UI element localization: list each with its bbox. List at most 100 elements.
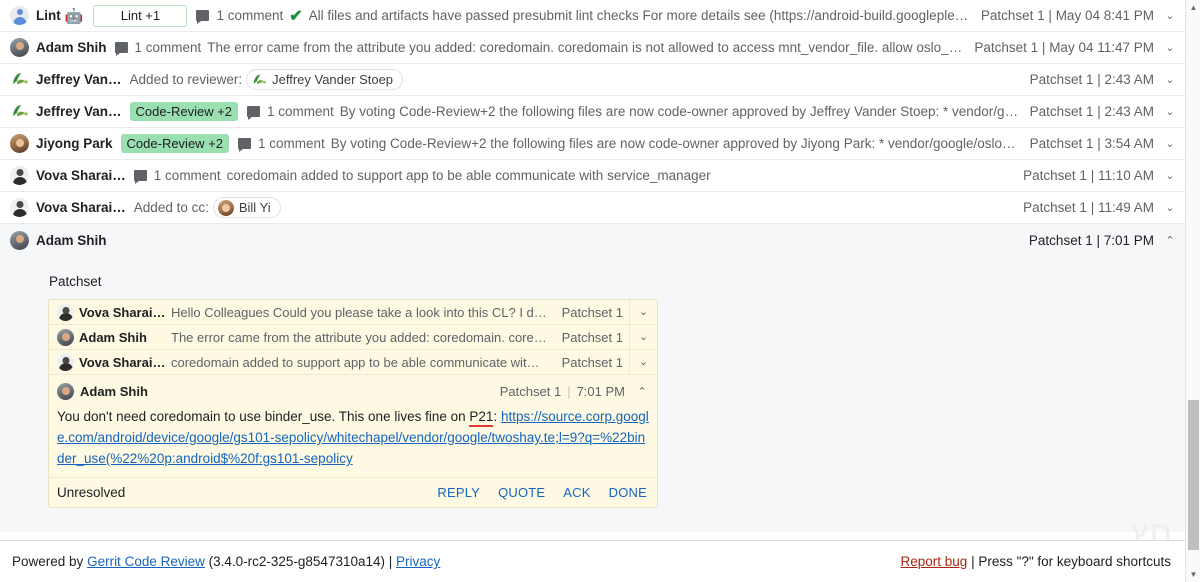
chevron-down-icon[interactable]: ⌄ [1163, 9, 1177, 22]
message-author: Jeffrey Van… [36, 104, 122, 119]
message-row-jeffrey-code-review[interactable]: Jeffrey Van… Code-Review +2 1 comment By… [0, 96, 1185, 128]
cc-chip[interactable]: Bill Yi [213, 197, 281, 218]
chevron-down-icon[interactable]: ⌄ [1163, 201, 1177, 214]
message-row-added-cc[interactable]: Vova Sharai… Added to cc: Bill Yi Patchs… [0, 192, 1185, 224]
chevron-down-icon[interactable]: ⌄ [1163, 41, 1177, 54]
message-summary: All files and artifacts have passed pres… [309, 8, 971, 23]
avatar-vova-sharaienko [10, 166, 29, 185]
action-label: Added to cc: [134, 200, 209, 215]
report-bug-link[interactable]: Report bug [901, 554, 968, 569]
message-meta-text: Patchset 1 | 11:10 AM [1023, 168, 1154, 183]
message-author: Adam Shih [36, 40, 107, 55]
thread-preview-text: Hello Colleagues Could you please take a… [171, 305, 554, 320]
open-comment-patchset: Patchset 1 [500, 384, 561, 399]
message-row-adam-shih[interactable]: Adam Shih 1 comment The error came from … [0, 32, 1185, 64]
message-author: Vova Sharai… [36, 168, 126, 183]
comment-count: 1 comment [154, 168, 221, 183]
avatar-jeffrey-vander-stoep [10, 102, 29, 121]
vote-chip-code-review[interactable]: Code-Review +2 [121, 134, 229, 153]
thread-patchset: Patchset 1 [554, 305, 629, 320]
chevron-down-icon[interactable]: ⌄ [629, 350, 657, 375]
check-mark-icon: ✔ [289, 6, 302, 26]
open-comment: Adam Shih Patchset 1 | 7:01 PM ⌃ You don… [49, 375, 657, 477]
scroll-up-arrow-icon[interactable]: ▲ [1186, 0, 1200, 15]
avatar-adam-shih [57, 329, 74, 346]
thread-preview-text: coredomain added to support app to be ab… [171, 355, 554, 370]
open-comment-header: Adam Shih Patchset 1 | 7:01 PM ⌃ [57, 381, 649, 401]
reply-button[interactable]: REPLY [437, 485, 480, 500]
message-meta-text: Patchset 1 | 11:49 AM [1023, 200, 1154, 215]
chevron-down-icon[interactable]: ⌄ [629, 300, 657, 325]
ack-button[interactable]: ACK [563, 485, 590, 500]
message-row-added-reviewer[interactable]: Jeffrey Van… Added to reviewer: Jeffrey … [0, 64, 1185, 96]
quote-button[interactable]: QUOTE [498, 485, 545, 500]
message-meta: Patchset 1 | 11:10 AM ⌄ [1013, 168, 1177, 183]
message-meta: Patchset 1 | 2:43 AM ⌄ [1020, 104, 1177, 119]
comment-bubble-icon [134, 170, 147, 181]
message-meta-text: Patchset 1 | 2:43 AM [1030, 72, 1154, 87]
footer-powered-by: Powered by [12, 554, 83, 569]
avatar-lint [10, 6, 29, 25]
thread-preview-text: The error came from the attribute you ad… [171, 330, 554, 345]
message-row-jiyong-code-review[interactable]: Jiyong Park Code-Review +2 1 comment By … [0, 128, 1185, 160]
chevron-down-icon[interactable]: ⌄ [1163, 169, 1177, 182]
message-author: Lint [36, 8, 61, 23]
message-meta: Patchset 1 | May 04 8:41 PM ⌄ [971, 8, 1177, 23]
scrollbar-thumb[interactable] [1188, 400, 1199, 550]
chevron-down-icon[interactable]: ⌄ [1163, 137, 1177, 150]
gerrit-change-page: Lint 🤖 Lint +1 1 comment ✔ All files and… [0, 0, 1200, 582]
keyboard-shortcuts-hint: | Press "?" for keyboard shortcuts [971, 554, 1171, 569]
footer-right: Report bug | Press "?" for keyboard shor… [901, 554, 1172, 569]
vote-chip-code-review[interactable]: Code-Review +2 [130, 102, 238, 121]
avatar-adam-shih [10, 38, 29, 57]
footer-version: (3.4.0-rc2-325-g8547310a14) [209, 554, 385, 569]
chevron-down-icon[interactable]: ⌄ [629, 325, 657, 350]
comment-count: 1 comment [267, 104, 334, 119]
chevron-up-icon[interactable]: ⌃ [1163, 234, 1177, 247]
vote-chip-lint[interactable]: Lint +1 [93, 5, 187, 27]
vertical-scrollbar[interactable]: ▲ ▼ [1185, 0, 1200, 582]
avatar-vova-sharaienko [57, 304, 74, 321]
comment-bubble-icon [247, 106, 260, 117]
thread-author: Vova Sharaie… [79, 305, 171, 320]
comment-text-colon: : [493, 409, 497, 424]
avatar-bill-yi [218, 200, 234, 216]
privacy-link[interactable]: Privacy [396, 554, 440, 569]
message-meta: Patchset 1 | 11:49 AM ⌄ [1013, 200, 1177, 215]
message-row-expanded-adam-shih[interactable]: Adam Shih Patchset 1 | 7:01 PM ⌃ [0, 224, 1185, 256]
message-summary: By voting Code-Review+2 the following fi… [340, 104, 1020, 119]
thread-row[interactable]: Vova Sharaie… coredomain added to suppor… [49, 350, 657, 375]
expanded-message-body: Patchset Vova Sharaie… Hello Colleagues … [0, 256, 1185, 532]
robot-emoji-icon: 🤖 [65, 7, 84, 25]
message-meta: Patchset 1 | 3:54 AM ⌄ [1020, 136, 1177, 151]
thread-row[interactable]: Adam Shih The error came from the attrib… [49, 325, 657, 350]
chevron-up-icon[interactable]: ⌃ [635, 385, 649, 398]
chevron-down-icon[interactable]: ⌄ [1163, 73, 1177, 86]
message-meta: Patchset 1 | 2:43 AM ⌄ [1020, 72, 1177, 87]
meta-separator: | [567, 384, 570, 399]
comment-thread-card: Vova Sharaie… Hello Colleagues Could you… [48, 299, 658, 508]
avatar-jeffrey-vander-stoep [251, 72, 267, 88]
page-footer: Powered by Gerrit Code Review (3.4.0-rc2… [0, 540, 1185, 582]
message-author: Jiyong Park [36, 136, 113, 151]
message-author: Adam Shih [36, 233, 107, 248]
message-summary: The error came from the attribute you ad… [207, 40, 964, 55]
thread-row[interactable]: Vova Sharaie… Hello Colleagues Could you… [49, 300, 657, 325]
message-row-lint[interactable]: Lint 🤖 Lint +1 1 comment ✔ All files and… [0, 0, 1185, 32]
chevron-down-icon[interactable]: ⌄ [1163, 105, 1177, 118]
avatar-vova-sharaienko [10, 198, 29, 217]
reviewer-chip[interactable]: Jeffrey Vander Stoep [246, 69, 403, 90]
done-button[interactable]: DONE [609, 485, 647, 500]
message-row-vova-comment[interactable]: Vova Sharai… 1 comment coredomain added … [0, 160, 1185, 192]
footer-pipe: | [389, 554, 393, 569]
message-author: Jeffrey Van… [36, 72, 122, 87]
message-summary: By voting Code-Review+2 the following fi… [331, 136, 1020, 151]
gerrit-code-review-link[interactable]: Gerrit Code Review [87, 554, 205, 569]
avatar-adam-shih [10, 231, 29, 250]
message-meta-text: Patchset 1 | May 04 11:47 PM [974, 40, 1154, 55]
message-meta-text: Patchset 1 | 3:54 AM [1030, 136, 1154, 151]
avatar-jeffrey-vander-stoep [10, 70, 29, 89]
patchset-label: Patchset [49, 274, 1185, 289]
cc-chip-name: Bill Yi [239, 200, 271, 215]
scroll-down-arrow-icon[interactable]: ▼ [1186, 567, 1200, 582]
